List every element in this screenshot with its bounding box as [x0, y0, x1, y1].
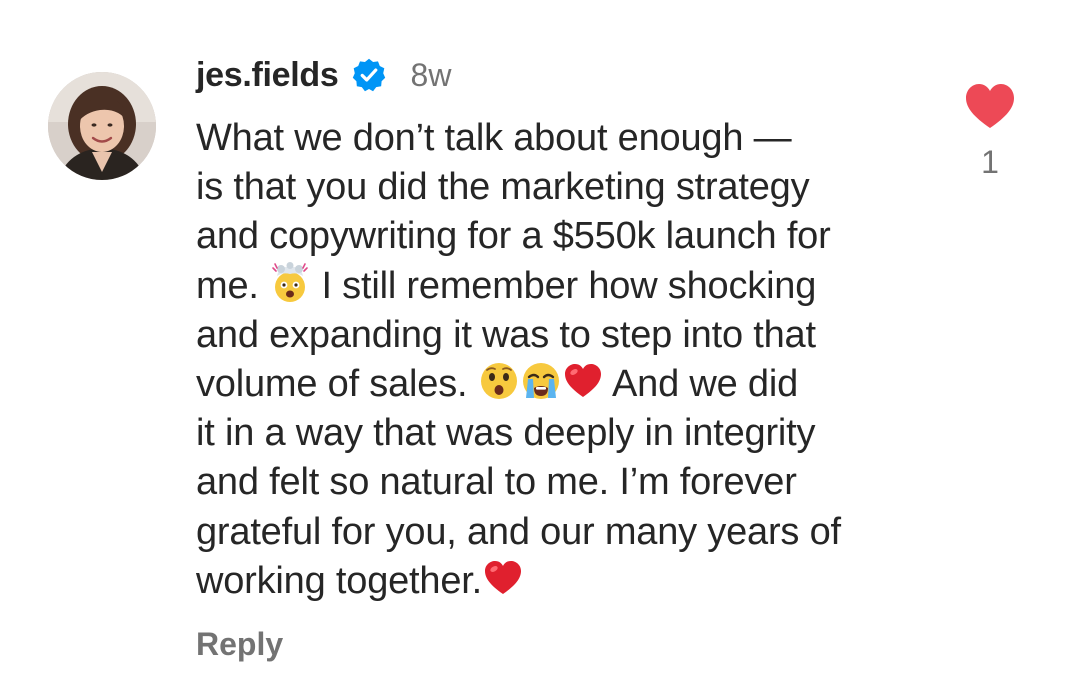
comment-line-segment: me. [196, 264, 270, 307]
comment-line-segment: working together. [196, 559, 482, 602]
crying-face-emoji [520, 360, 562, 402]
verified-badge-icon [351, 57, 387, 93]
comment-line-segment: And we did [603, 363, 799, 406]
comment-header: jes.fields 8w [196, 52, 936, 98]
comment-line: me. I still remember how shocking [196, 261, 936, 311]
like-count: 1 [981, 144, 999, 180]
red-heart-emoji [562, 360, 604, 402]
comment-line: grateful for you, and our many years of [196, 510, 841, 553]
comment: jes.fields 8w What we don’t talk about e… [0, 0, 1080, 684]
red-heart-emoji [482, 557, 524, 599]
comment-content: jes.fields 8w What we don’t talk about e… [196, 52, 936, 606]
comment-line: volume of sales. And we did [196, 360, 936, 409]
comment-line-segment: I still remember how shocking [311, 264, 817, 307]
heart-icon[interactable] [964, 82, 1016, 130]
comment-text: What we don’t talk about enough — is tha… [196, 114, 936, 606]
comment-line: What we don’t talk about enough — [196, 117, 792, 159]
comment-line: and felt so natural to me. I’m forever [196, 461, 797, 504]
like-block: 1 [960, 82, 1020, 181]
comment-line: working together. [196, 557, 936, 606]
exploding-head-emoji [269, 261, 311, 304]
username[interactable]: jes.fields [196, 56, 339, 95]
comment-line: and expanding it was to step into that [196, 313, 816, 356]
comment-line: it in a way that was deeply in integrity [196, 412, 816, 455]
avatar[interactable] [48, 72, 156, 180]
comment-line: is that you did the marketing strategy [196, 166, 810, 209]
comment-timestamp: 8w [410, 56, 452, 93]
astonished-face-emoji [478, 360, 520, 402]
comment-line: and copywriting for a $550k launch for [196, 215, 831, 258]
comment-line-segment: volume of sales. [196, 363, 478, 406]
reply-button[interactable]: Reply [196, 626, 283, 663]
